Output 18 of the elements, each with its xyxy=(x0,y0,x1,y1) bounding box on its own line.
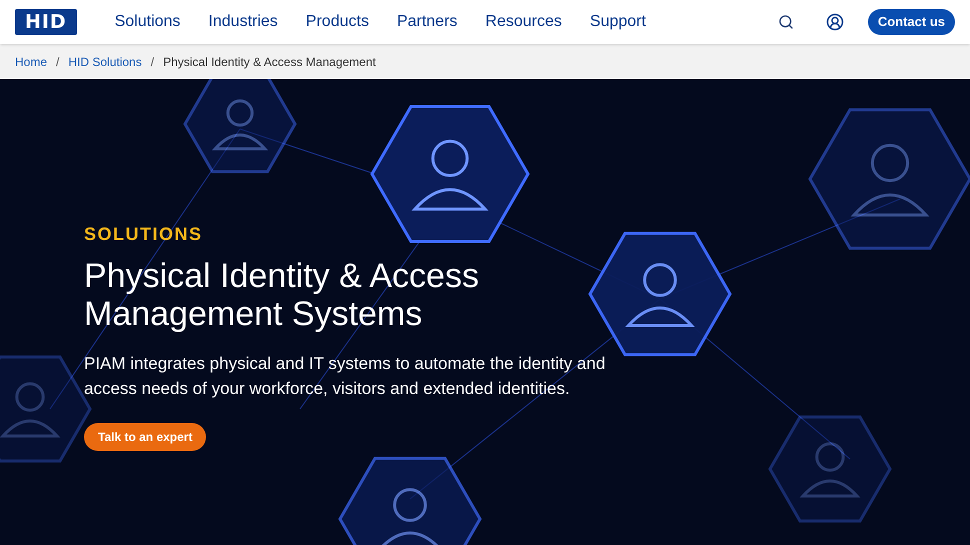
breadcrumb-current: Physical Identity & Access Management xyxy=(163,54,376,70)
nav-link[interactable]: Resources xyxy=(485,10,562,34)
hero-description: PIAM integrates physical and IT systems to automate the identity and access needs of your workforce, visitors and extended identities. xyxy=(84,353,606,400)
search-icon[interactable] xyxy=(778,14,794,30)
nav-link[interactable]: Support xyxy=(590,10,646,34)
breadcrumb-link[interactable]: HID Solutions xyxy=(68,52,142,70)
nav-link[interactable]: Products xyxy=(306,10,369,34)
nav-link[interactable]: Partners xyxy=(396,10,458,34)
breadcrumb-separator: / xyxy=(56,54,60,70)
contact-button[interactable]: Contact us xyxy=(868,9,955,35)
nav-link[interactable]: Industries xyxy=(208,10,278,34)
nav-link[interactable]: Solutions xyxy=(114,10,180,34)
breadcrumb-separator: / xyxy=(150,54,154,70)
logo[interactable]: HID xyxy=(15,9,77,35)
section-eyebrow: SOLUTIONS xyxy=(84,223,203,246)
hero-title: Physical Identity & Access Management Systems xyxy=(84,257,480,333)
user-account-icon[interactable] xyxy=(826,13,844,31)
breadcrumb-link[interactable]: Home xyxy=(15,52,48,70)
